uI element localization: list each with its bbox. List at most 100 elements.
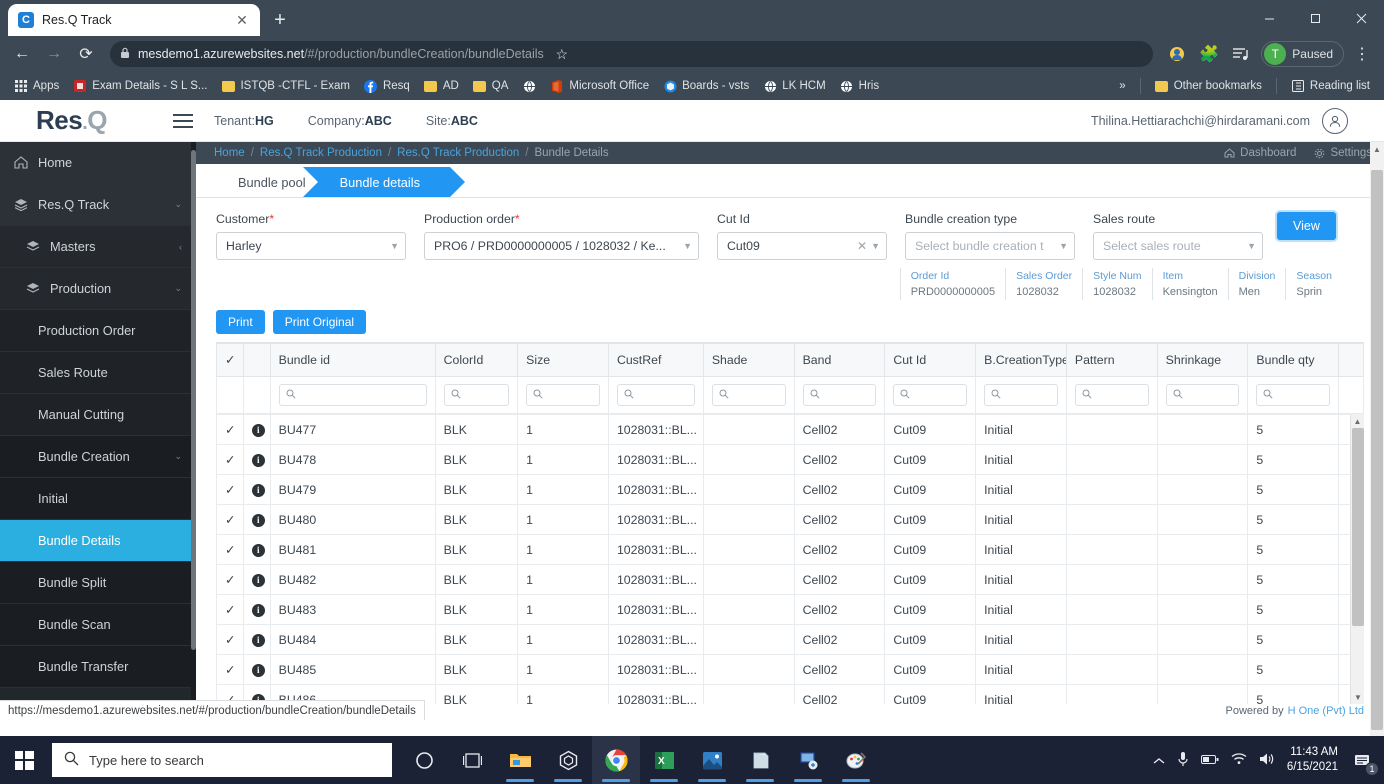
table-row[interactable]: ✓iBU485BLK11028031::BL...Cell02Cut09Init…	[217, 655, 1364, 685]
table-row[interactable]: ✓iBU483BLK11028031::BL...Cell02Cut09Init…	[217, 595, 1364, 625]
breadcrumb-resq-track-production-1[interactable]: Res.Q Track Production	[260, 147, 382, 159]
bookmark-apps[interactable]: Apps	[8, 76, 65, 96]
table-row[interactable]: ✓iBU484BLK11028031::BL...Cell02Cut09Init…	[217, 625, 1364, 655]
sidebar-item-bundle-transfer[interactable]: Bundle Transfer	[0, 646, 196, 688]
col-band[interactable]: Band	[794, 344, 885, 377]
row-checkbox[interactable]: ✓	[217, 655, 244, 685]
start-button[interactable]	[0, 736, 48, 784]
table-row[interactable]: ✓iBU478BLK11028031::BL...Cell02Cut09Init…	[217, 445, 1364, 475]
col-bundle-qty[interactable]: Bundle qty	[1248, 344, 1339, 377]
sidebar-item-sales-route[interactable]: Sales Route	[0, 352, 196, 394]
grid-vertical-scrollbar[interactable]: ▲ ▼	[1350, 414, 1364, 704]
row-checkbox[interactable]: ✓	[217, 595, 244, 625]
forward-icon[interactable]: →	[40, 40, 68, 68]
row-info-icon[interactable]: i	[243, 655, 270, 685]
cortana-icon[interactable]	[400, 736, 448, 784]
volume-icon[interactable]	[1259, 752, 1275, 769]
notifications-icon[interactable]: 1	[1350, 747, 1376, 773]
filter-bundle-qty-input[interactable]	[1256, 384, 1330, 406]
col-color-id[interactable]: ColorId	[435, 344, 518, 377]
row-info-icon[interactable]: i	[243, 415, 270, 445]
sidebar-item-production[interactable]: Production ⌄	[0, 268, 196, 310]
row-checkbox[interactable]: ✓	[217, 625, 244, 655]
reading-list-icon[interactable]	[1227, 40, 1255, 68]
notepad-icon[interactable]	[736, 736, 784, 784]
bookmark-microsoft-office[interactable]: Microsoft Office	[544, 76, 655, 96]
col-cust-ref[interactable]: CustRef	[608, 344, 703, 377]
filter-cust-ref-input[interactable]	[617, 384, 695, 406]
sidebar-item-bundle-creation[interactable]: Bundle Creation ⌄	[0, 436, 196, 478]
profile-badge-icon[interactable]	[1163, 40, 1191, 68]
row-checkbox[interactable]: ✓	[217, 535, 244, 565]
table-row[interactable]: ✓iBU480BLK11028031::BL...Cell02Cut09Init…	[217, 505, 1364, 535]
filter-size-input[interactable]	[526, 384, 600, 406]
sidebar-item-initial[interactable]: Initial	[0, 478, 196, 520]
excel-icon[interactable]: X	[640, 736, 688, 784]
production-order-select[interactable]: PRO6 / PRD0000000005 / 1028032 / Ke... ▼	[424, 232, 699, 260]
print-original-button[interactable]: Print Original	[273, 310, 366, 334]
photos-icon[interactable]	[688, 736, 736, 784]
page-scroll-up-icon[interactable]: ▲	[1370, 142, 1384, 156]
other-bookmarks-button[interactable]: Other bookmarks	[1149, 76, 1268, 96]
browser-tab[interactable]: C Res.Q Track ✕	[8, 4, 260, 36]
col-size[interactable]: Size	[518, 344, 609, 377]
table-row[interactable]: ✓iBU479BLK11028031::BL...Cell02Cut09Init…	[217, 475, 1364, 505]
table-row[interactable]: ✓iBU482BLK11028031::BL...Cell02Cut09Init…	[217, 565, 1364, 595]
bookmark-globe-1[interactable]: Microsoft Office	[516, 76, 542, 96]
dashboard-link[interactable]: Dashboard	[1224, 147, 1296, 159]
file-explorer-icon[interactable]	[496, 736, 544, 784]
microphone-icon[interactable]	[1177, 751, 1189, 770]
row-info-icon[interactable]: i	[243, 625, 270, 655]
customer-select[interactable]: Harley ▼	[216, 232, 406, 260]
chrome-menu-icon[interactable]: ⋮	[1348, 40, 1376, 68]
taskbar-clock[interactable]: 11:43 AM 6/15/2021	[1287, 745, 1338, 775]
table-row[interactable]: ✓iBU477BLK11028031::BL...Cell02Cut09Init…	[217, 415, 1364, 445]
menu-toggle-icon[interactable]	[160, 114, 206, 128]
minimize-icon[interactable]	[1246, 0, 1292, 36]
sidebar-item-bundle-split[interactable]: Bundle Split	[0, 562, 196, 604]
bookmark-istqb[interactable]: ISTQB -CTFL - Exam	[215, 76, 355, 96]
table-row[interactable]: ✓iBU481BLK11028031::BL...Cell02Cut09Init…	[217, 535, 1364, 565]
bookmark-star-icon[interactable]: ☆	[552, 40, 572, 68]
close-window-icon[interactable]	[1338, 0, 1384, 36]
wifi-icon[interactable]	[1231, 752, 1247, 768]
reload-icon[interactable]: ⟳	[72, 40, 100, 68]
filter-shade-input[interactable]	[712, 384, 786, 406]
taskbar-search-input[interactable]: Type here to search	[52, 743, 392, 777]
bookmark-boards-vsts[interactable]: Boards - vsts	[657, 76, 755, 96]
address-bar[interactable]: mesdemo1.azurewebsites.net/#/production/…	[110, 41, 1153, 67]
filter-color-id-input[interactable]	[444, 384, 510, 406]
row-info-icon[interactable]: i	[243, 535, 270, 565]
sidebar-item-production-order[interactable]: Production Order	[0, 310, 196, 352]
grid-scroll-thumb[interactable]	[1352, 428, 1364, 626]
sales-route-select[interactable]: Select sales route ▼	[1093, 232, 1263, 260]
breadcrumb-home[interactable]: Home	[214, 147, 245, 159]
task-view-icon[interactable]	[448, 736, 496, 784]
breadcrumb-resq-track-production-2[interactable]: Res.Q Track Production	[397, 147, 519, 159]
new-tab-button[interactable]: +	[266, 6, 294, 34]
clear-icon[interactable]: ✕	[857, 239, 867, 253]
back-icon[interactable]: ←	[8, 40, 36, 68]
bookmarks-overflow-button[interactable]: »	[1113, 77, 1131, 95]
sidebar-item-bundle-details[interactable]: Bundle Details	[0, 520, 196, 562]
col-shrinkage[interactable]: Shrinkage	[1157, 344, 1248, 377]
extensions-icon[interactable]: 🧩	[1195, 40, 1223, 68]
page-scroll-thumb[interactable]	[1371, 170, 1383, 730]
sidebar-item-home[interactable]: Home	[0, 142, 196, 184]
row-checkbox[interactable]: ✓	[217, 565, 244, 595]
filter-cut-id-input[interactable]	[893, 384, 967, 406]
reading-list-button[interactable]: Reading list	[1285, 76, 1376, 96]
bookmark-resq[interactable]: Resq	[358, 76, 416, 96]
col-shade[interactable]: Shade	[703, 344, 794, 377]
bookmark-ad[interactable]: AD	[418, 76, 465, 96]
filter-band-input[interactable]	[803, 384, 877, 406]
row-info-icon[interactable]: i	[243, 565, 270, 595]
bookmark-exam-details[interactable]: Exam Details - S L S...	[67, 76, 213, 96]
row-info-icon[interactable]: i	[243, 445, 270, 475]
col-bundle-id[interactable]: Bundle id	[270, 344, 435, 377]
bundle-creation-type-select[interactable]: Select bundle creation t ▼	[905, 232, 1075, 260]
scroll-up-icon[interactable]: ▲	[1351, 414, 1364, 428]
select-all-checkbox[interactable]: ✓	[217, 344, 244, 377]
paint-icon[interactable]	[832, 736, 880, 784]
row-checkbox[interactable]: ✓	[217, 415, 244, 445]
